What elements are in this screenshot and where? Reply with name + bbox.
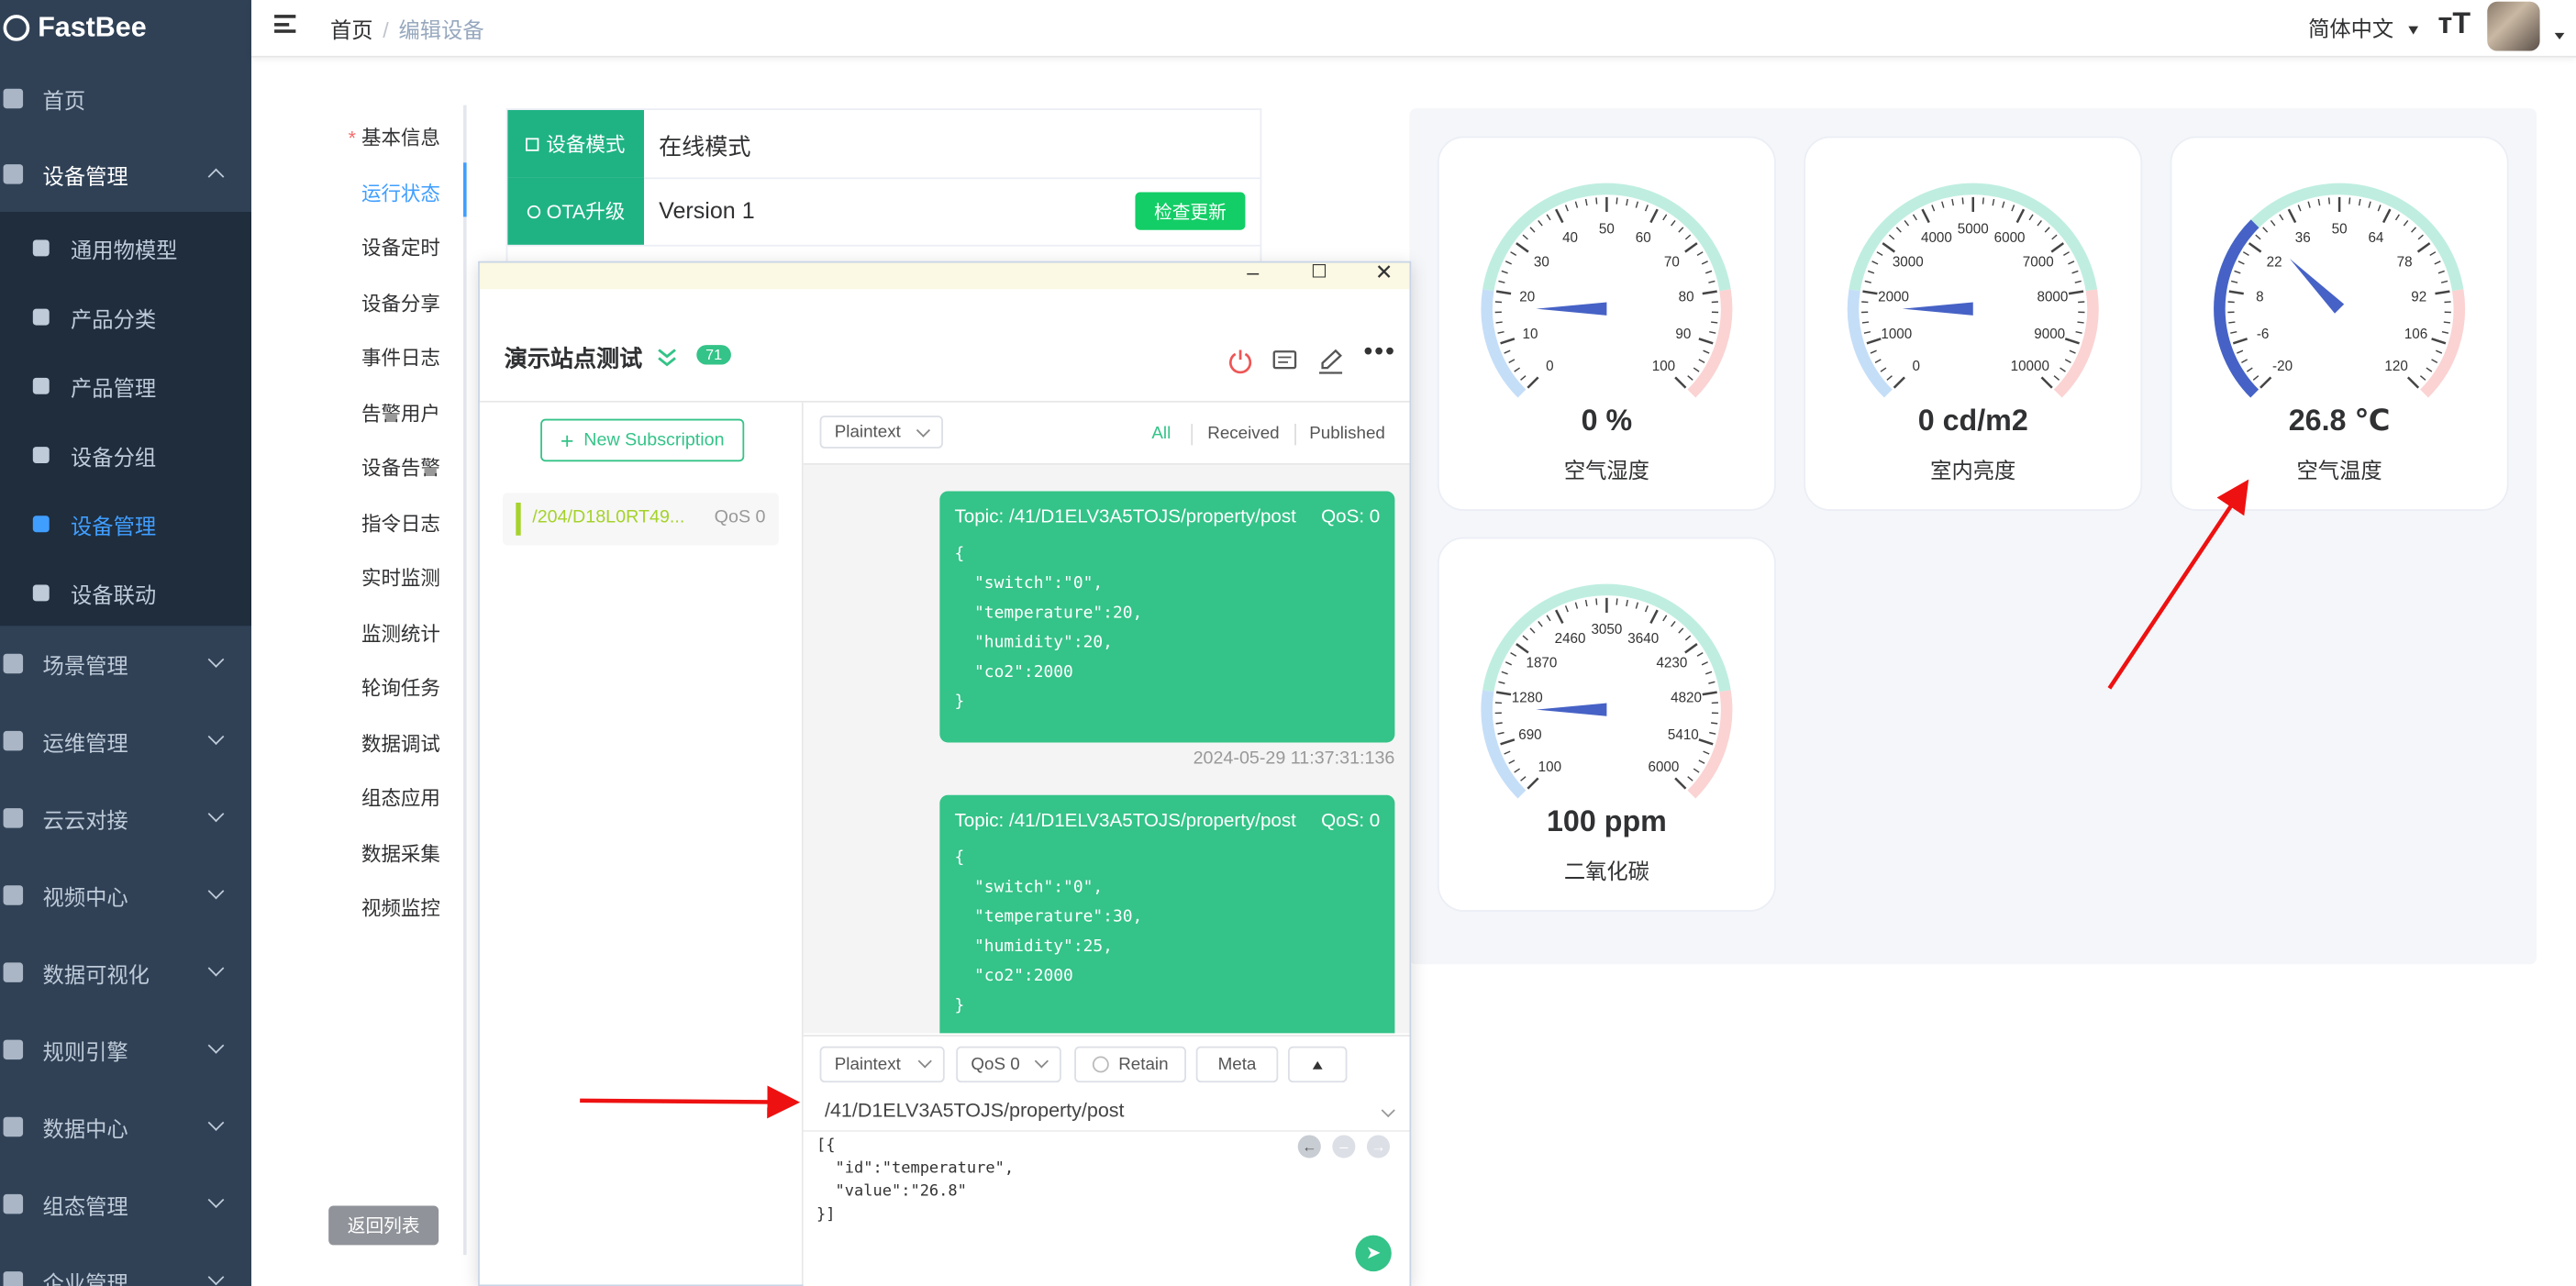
annotation-arrow-temperature xyxy=(2107,479,2249,690)
annotation-arrow-topic xyxy=(580,1085,801,1119)
annotation-arrows xyxy=(580,479,2249,1119)
